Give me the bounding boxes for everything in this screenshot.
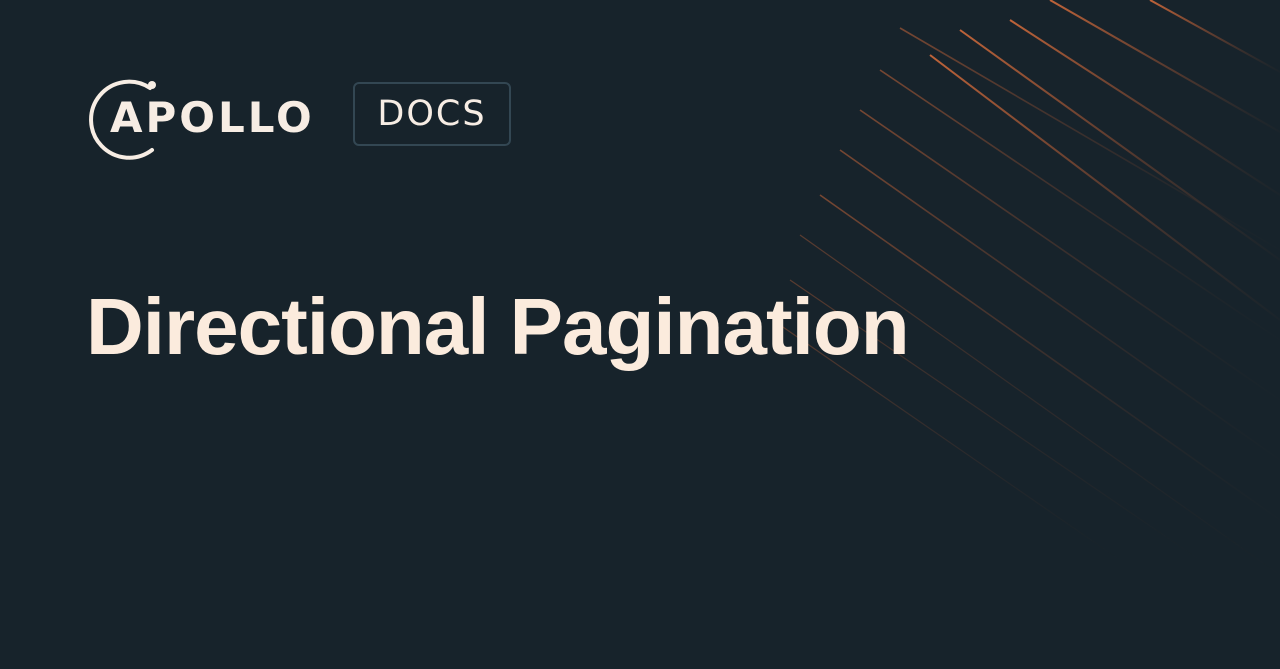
line-group-upper [929,0,1280,321]
apollo-logo[interactable]: APOLLO [86,76,336,160]
hero-banner: APOLLO DOCS Directional Pagination [0,0,1280,669]
docs-badge[interactable]: DOCS [353,82,511,146]
line-group-middle [819,27,1280,521]
page-title: Directional Pagination [86,282,910,371]
logo-wordmark: APOLLO [110,93,315,142]
logo-mark: APOLLO [86,76,336,160]
